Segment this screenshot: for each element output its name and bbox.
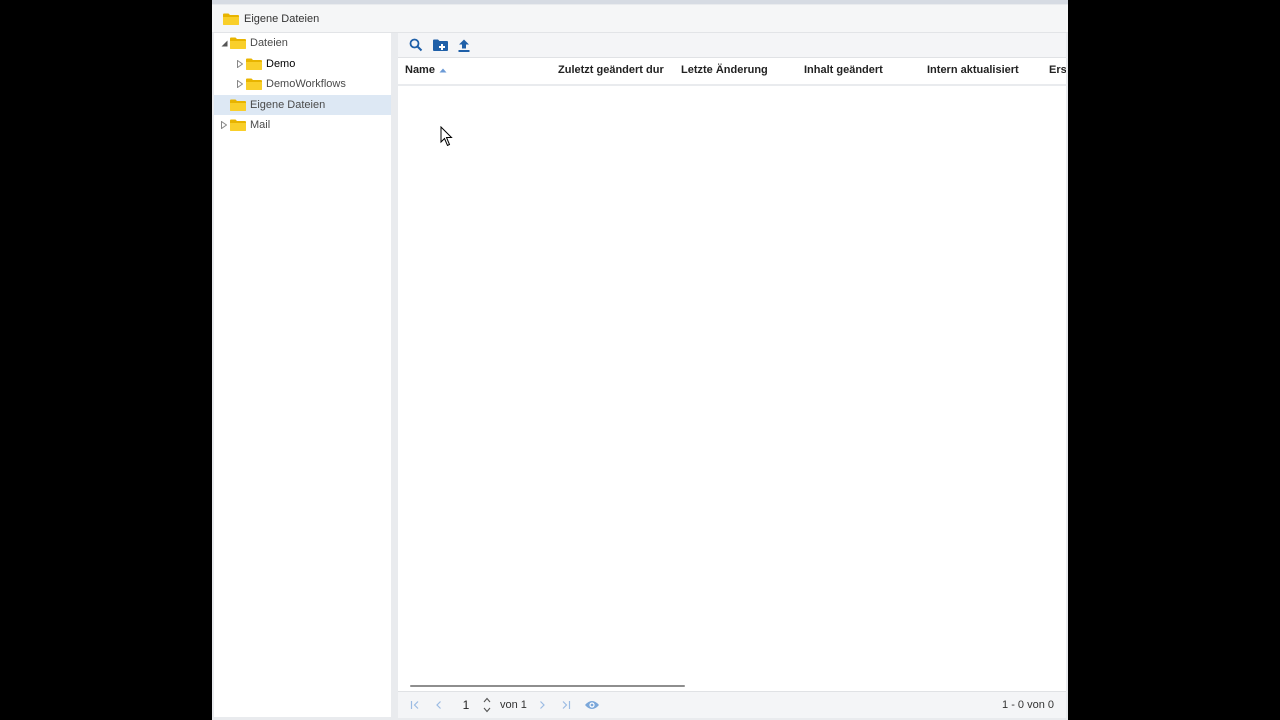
column-header-label: Ers [1049, 64, 1066, 76]
column-header-label: Zuletzt geändert dur [558, 64, 664, 76]
collapsed-arrow-icon[interactable] [219, 120, 229, 130]
tree-item-label: Dateien [250, 37, 288, 49]
title-bar: Eigene Dateien [212, 5, 1068, 33]
first-page-icon[interactable] [408, 698, 422, 712]
window-title: Eigene Dateien [244, 12, 320, 25]
scrollbar-thumb[interactable] [410, 685, 685, 687]
upload-icon[interactable] [456, 37, 472, 53]
column-header-internal-updated[interactable]: Intern aktualisiert [927, 58, 1045, 84]
collapsed-arrow-icon[interactable] [235, 79, 245, 89]
page-spinner[interactable] [482, 696, 492, 714]
search-icon[interactable] [408, 37, 424, 53]
panel-splitter[interactable] [391, 33, 398, 717]
folder-tree: Dateien Demo DemoWorkflows Eigene Dateie… [214, 33, 391, 717]
column-header-modified-by[interactable]: Zuletzt geändert dur [558, 58, 676, 84]
tree-item-label: Demo [266, 58, 296, 70]
folder-icon [246, 58, 262, 70]
top-border [212, 0, 1068, 4]
pager: 1 von 1 1 - 0 von 0 [398, 691, 1066, 718]
grid-body[interactable] [398, 86, 1066, 686]
page-total-label: von 1 [500, 699, 527, 711]
page-number-input[interactable]: 1 [456, 698, 476, 712]
column-header-label: Inhalt geändert [804, 64, 883, 76]
expanded-arrow-icon[interactable] [219, 38, 229, 48]
folder-icon [230, 119, 246, 131]
folder-icon [230, 99, 246, 111]
column-header-label: Intern aktualisiert [927, 64, 1019, 76]
last-page-icon[interactable] [559, 698, 573, 712]
app-window: Eigene Dateien Dateien Demo DemoWorkflow… [212, 0, 1068, 720]
collapsed-arrow-icon[interactable] [235, 59, 245, 69]
file-list-panel: Name Zuletzt geändert dur Letzte Änderun… [398, 33, 1066, 718]
column-header-created[interactable]: Ers [1049, 58, 1066, 84]
folder-icon [230, 37, 246, 49]
tree-item-label: Eigene Dateien [250, 99, 326, 111]
tree-item-label: DemoWorkflows [266, 78, 346, 90]
new-folder-icon[interactable] [432, 37, 448, 53]
column-header-name[interactable]: Name [405, 58, 555, 84]
toolbar [398, 33, 1066, 58]
sort-ascending-icon [439, 58, 447, 82]
column-header-label: Name [405, 64, 435, 76]
tree-item-label: Mail [250, 119, 271, 131]
column-header-content-changed[interactable]: Inhalt geändert [804, 58, 922, 84]
previous-page-icon[interactable] [432, 698, 446, 712]
grid-header: Name Zuletzt geändert dur Letzte Änderun… [398, 58, 1066, 86]
column-header-last-change[interactable]: Letzte Änderung [681, 58, 799, 84]
tree-item-dateien[interactable]: Dateien [214, 33, 391, 53]
folder-icon [223, 13, 239, 25]
horizontal-scrollbar[interactable] [410, 685, 1050, 688]
next-page-icon[interactable] [535, 698, 549, 712]
folder-icon [246, 78, 262, 90]
tree-item-demoworkflows[interactable]: DemoWorkflows [214, 74, 391, 94]
tree-item-demo[interactable]: Demo [214, 54, 391, 74]
record-count: 1 - 0 von 0 [1002, 699, 1054, 711]
column-header-label: Letzte Änderung [681, 64, 768, 76]
eye-icon[interactable] [583, 698, 601, 712]
tree-item-eigene-dateien[interactable]: Eigene Dateien [214, 95, 391, 115]
tree-item-mail[interactable]: Mail [214, 115, 391, 135]
